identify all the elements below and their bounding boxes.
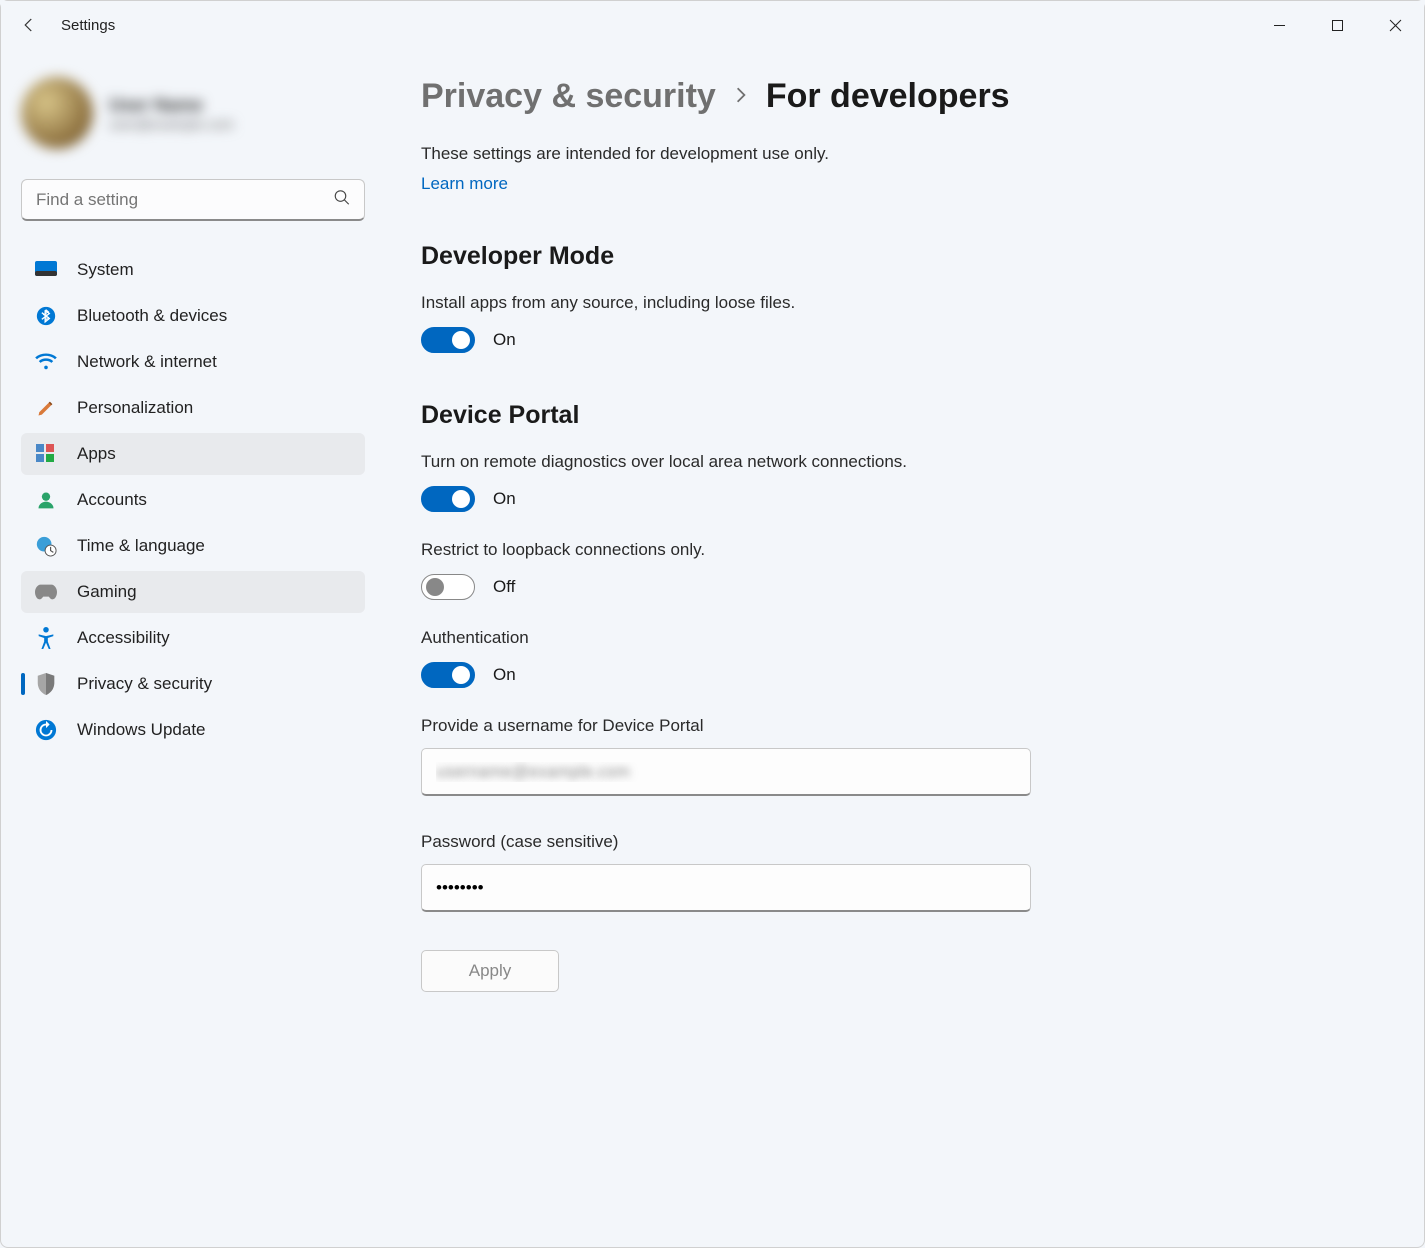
sidebar-item-accounts[interactable]: Accounts: [21, 479, 365, 521]
sidebar-item-label: Personalization: [77, 398, 193, 418]
wifi-icon: [35, 351, 57, 373]
nav-list: System Bluetooth & devices Network & int…: [21, 249, 365, 751]
shield-icon: [35, 673, 57, 695]
authentication-label: Authentication: [421, 628, 1384, 648]
maximize-button[interactable]: [1308, 1, 1366, 49]
device-portal-heading: Device Portal: [421, 401, 1384, 430]
breadcrumb: Privacy & security For developers: [421, 77, 1384, 116]
close-button[interactable]: [1366, 1, 1424, 49]
profile-name: User Name: [109, 95, 234, 116]
sidebar-item-label: Accessibility: [77, 628, 170, 648]
authentication-toggle[interactable]: [421, 662, 475, 688]
clock-globe-icon: [35, 535, 57, 557]
sidebar-item-network[interactable]: Network & internet: [21, 341, 365, 383]
breadcrumb-parent[interactable]: Privacy & security: [421, 77, 716, 116]
device-portal-section: Device Portal Turn on remote diagnostics…: [421, 401, 1384, 992]
chevron-right-icon: [734, 84, 748, 110]
sidebar-item-privacy[interactable]: Privacy & security: [21, 663, 365, 705]
window-controls: [1250, 1, 1424, 49]
username-label: Provide a username for Device Portal: [421, 716, 1384, 736]
sidebar-item-label: Gaming: [77, 582, 137, 602]
intro-text: These settings are intended for developm…: [421, 144, 1384, 164]
sidebar-item-label: Time & language: [77, 536, 205, 556]
back-arrow-icon: [20, 16, 38, 34]
device-portal-desc: Turn on remote diagnostics over local ar…: [421, 452, 1384, 472]
app-title: Settings: [61, 17, 115, 34]
titlebar: Settings: [1, 1, 1424, 49]
system-icon: [35, 259, 57, 281]
apply-button[interactable]: Apply: [421, 950, 559, 992]
sidebar-item-label: Bluetooth & devices: [77, 306, 227, 326]
sidebar-item-personalization[interactable]: Personalization: [21, 387, 365, 429]
search-input[interactable]: [21, 179, 365, 221]
avatar: [21, 77, 93, 149]
back-button[interactable]: [9, 5, 49, 45]
authentication-state: On: [493, 665, 516, 685]
username-input[interactable]: [421, 748, 1031, 796]
breadcrumb-current: For developers: [766, 77, 1010, 116]
sidebar-item-system[interactable]: System: [21, 249, 365, 291]
bluetooth-icon: [35, 305, 57, 327]
person-icon: [35, 489, 57, 511]
password-input[interactable]: [421, 864, 1031, 912]
device-portal-state: On: [493, 489, 516, 509]
learn-more-link[interactable]: Learn more: [421, 174, 508, 193]
developer-mode-heading: Developer Mode: [421, 242, 1384, 271]
sidebar-item-accessibility[interactable]: Accessibility: [21, 617, 365, 659]
sidebar-item-label: System: [77, 260, 134, 280]
developer-mode-desc: Install apps from any source, including …: [421, 293, 1384, 313]
developer-mode-state: On: [493, 330, 516, 350]
developer-mode-toggle[interactable]: [421, 327, 475, 353]
gamepad-icon: [35, 581, 57, 603]
content: Privacy & security For developers These …: [381, 49, 1424, 1247]
close-icon: [1389, 19, 1402, 32]
sidebar-item-label: Windows Update: [77, 720, 206, 740]
profile-email: user@example.com: [109, 116, 234, 132]
loopback-desc: Restrict to loopback connections only.: [421, 540, 1384, 560]
sidebar-item-gaming[interactable]: Gaming: [21, 571, 365, 613]
minimize-button[interactable]: [1250, 1, 1308, 49]
sidebar-item-apps[interactable]: Apps: [21, 433, 365, 475]
sidebar-item-label: Network & internet: [77, 352, 217, 372]
sidebar-item-label: Apps: [77, 444, 116, 464]
developer-mode-section: Developer Mode Install apps from any sou…: [421, 242, 1384, 353]
sidebar-item-label: Privacy & security: [77, 674, 212, 694]
sidebar-item-time[interactable]: Time & language: [21, 525, 365, 567]
sidebar-item-update[interactable]: Windows Update: [21, 709, 365, 751]
apps-icon: [35, 443, 57, 465]
accessibility-icon: [35, 627, 57, 649]
password-label: Password (case sensitive): [421, 832, 1384, 852]
minimize-icon: [1273, 19, 1286, 32]
loopback-toggle[interactable]: [421, 574, 475, 600]
sidebar: User Name user@example.com System Blue: [1, 49, 381, 1247]
brush-icon: [35, 397, 57, 419]
device-portal-toggle[interactable]: [421, 486, 475, 512]
search-wrap: [21, 179, 365, 221]
loopback-state: Off: [493, 577, 515, 597]
sidebar-item-bluetooth[interactable]: Bluetooth & devices: [21, 295, 365, 337]
profile-block[interactable]: User Name user@example.com: [21, 77, 365, 149]
update-icon: [35, 719, 57, 741]
search-icon: [333, 189, 351, 212]
sidebar-item-label: Accounts: [77, 490, 147, 510]
maximize-icon: [1331, 19, 1344, 32]
